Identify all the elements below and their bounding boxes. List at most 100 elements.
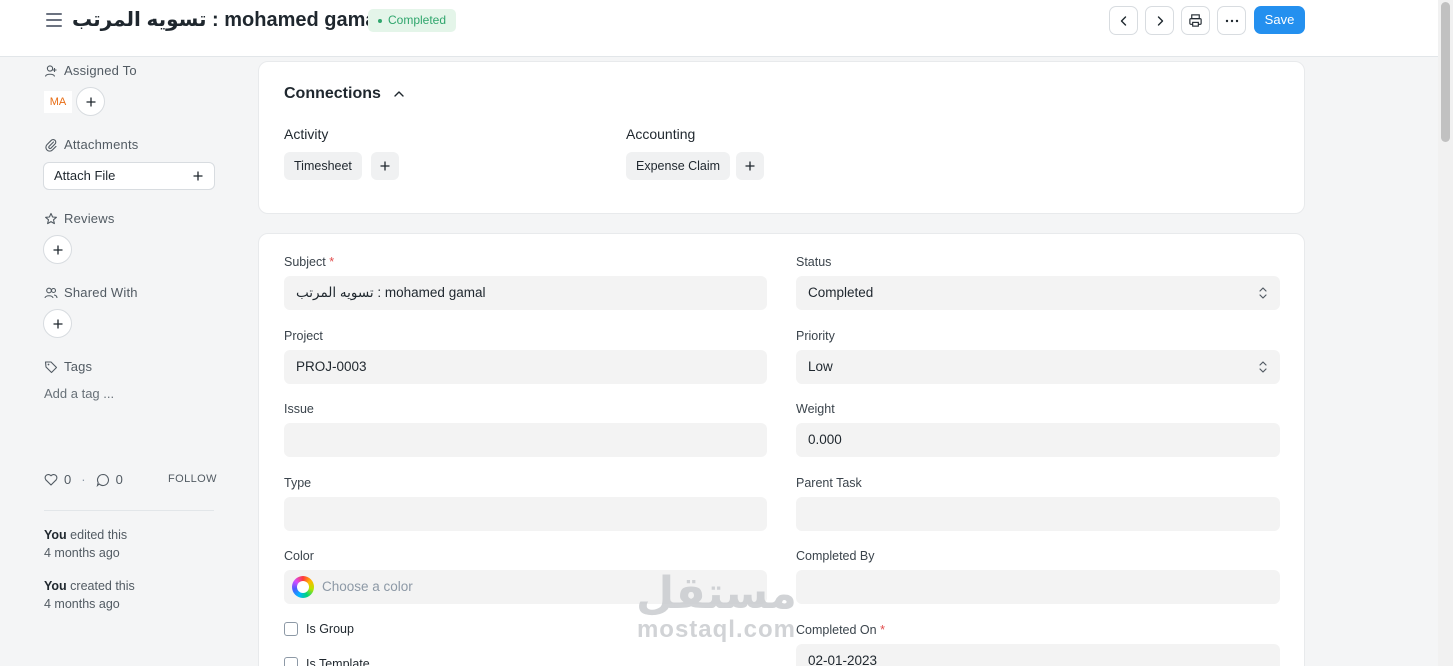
plus-icon <box>380 161 390 171</box>
is-template-checkbox[interactable] <box>284 657 298 666</box>
expense-claim-link[interactable]: Expense Claim <box>626 152 731 180</box>
priority-value: Low <box>808 359 833 374</box>
add-tag-link[interactable]: Add a tag ... <box>44 386 114 401</box>
parent-task-label: Parent Task <box>796 476 862 490</box>
project-label: Project <box>284 329 323 343</box>
issue-input[interactable] <box>284 423 767 457</box>
connections-header[interactable]: Connections <box>284 85 405 103</box>
watermark-latin: mostaql.com <box>636 616 796 643</box>
color-placeholder: Choose a color <box>322 579 413 594</box>
attach-file-label: Attach File <box>54 168 116 183</box>
plus-icon <box>193 171 203 181</box>
issue-label: Issue <box>284 402 314 416</box>
is-group-checkbox[interactable] <box>284 622 298 636</box>
watermark: مستقل mostaql.com <box>636 572 797 644</box>
paperclip-icon <box>45 138 57 152</box>
menu-icon[interactable] <box>46 13 62 27</box>
select-arrows-icon <box>1259 361 1267 373</box>
activity-actor: You <box>44 528 67 542</box>
is-template-label: Is Template <box>306 657 370 666</box>
add-expense-claim-button[interactable] <box>736 152 764 180</box>
tag-icon <box>44 360 58 373</box>
attach-file-button[interactable]: Attach File <box>43 162 215 190</box>
priority-label: Priority <box>796 329 835 343</box>
shared-with-heading: Shared With <box>44 285 138 300</box>
watermark-arabic: مستقل <box>636 568 797 619</box>
subject-label: Subject * <box>284 255 335 269</box>
separator-dot: · <box>81 472 86 487</box>
is-group-label: Is Group <box>306 622 354 636</box>
follow-button[interactable]: FOLLOW <box>168 473 217 485</box>
chevron-up-icon[interactable] <box>393 88 405 100</box>
save-button[interactable]: Save <box>1254 6 1305 34</box>
comment-icon[interactable] <box>96 473 110 487</box>
comments-count: 0 <box>115 472 123 487</box>
reviews-heading: Reviews <box>44 211 115 226</box>
printer-icon <box>1189 14 1202 27</box>
connection-group-label: Accounting <box>626 126 696 142</box>
more-options-button[interactable] <box>1217 6 1246 35</box>
shared-with-label: Shared With <box>64 285 138 300</box>
add-review-button[interactable] <box>43 235 72 264</box>
select-arrows-icon <box>1259 287 1267 299</box>
weight-label: Weight <box>796 402 835 416</box>
status-select[interactable]: Completed <box>796 276 1280 310</box>
likes-count: 0 <box>64 472 72 487</box>
chevron-left-icon <box>1120 15 1126 26</box>
attachments-heading: Attachments <box>44 137 138 152</box>
next-button[interactable] <box>1145 6 1174 35</box>
plus-icon <box>86 97 95 106</box>
status-label: Status <box>796 255 832 269</box>
completed-by-label: Completed By <box>796 549 875 563</box>
connections-card: Connections Activity Timesheet Accountin… <box>258 61 1305 214</box>
activity-action: created this <box>70 579 135 593</box>
activity-time: 4 months ago <box>44 597 120 611</box>
scrollbar-thumb[interactable] <box>1441 2 1450 142</box>
print-button[interactable] <box>1181 6 1210 35</box>
heart-icon[interactable] <box>44 473 58 486</box>
connections-title: Connections <box>284 85 381 102</box>
tags-label: Tags <box>64 359 93 374</box>
attachments-label: Attachments <box>64 137 139 152</box>
more-icon <box>1225 19 1238 22</box>
add-timesheet-button[interactable] <box>371 152 399 180</box>
assigned-to-label: Assigned To <box>64 63 137 78</box>
type-input[interactable] <box>284 497 767 531</box>
weight-input[interactable]: 0.000 <box>796 423 1280 457</box>
chevron-right-icon <box>1157 15 1163 26</box>
plus-icon <box>745 161 755 171</box>
user-icon <box>44 64 57 77</box>
priority-select[interactable]: Low <box>796 350 1280 384</box>
plus-icon <box>53 319 62 328</box>
connection-group-label: Activity <box>284 126 329 142</box>
status-badge: Completed <box>368 9 457 32</box>
sidebar-divider <box>44 510 214 511</box>
parent-task-input[interactable] <box>796 497 1280 531</box>
avatar[interactable]: MA <box>44 91 72 113</box>
activity-actor: You <box>44 579 67 593</box>
subject-input[interactable]: تسويه المرتب : mohamed gamal <box>284 276 767 310</box>
add-share-button[interactable] <box>43 309 72 338</box>
is-group-row[interactable]: Is Group <box>284 622 354 636</box>
likes-comments: 0 · 0 <box>44 472 123 487</box>
is-template-row[interactable]: Is Template <box>284 657 370 666</box>
page-scrollbar[interactable] <box>1438 0 1453 666</box>
color-label: Color <box>284 549 314 563</box>
page-header: تسويه المرتب : mohamed gamal Completed S… <box>0 0 1438 57</box>
completed-on-input[interactable]: 02-01-2023 <box>796 644 1280 666</box>
completed-on-label: Completed On * <box>796 623 885 637</box>
type-label: Type <box>284 476 312 490</box>
users-icon <box>44 287 58 298</box>
star-icon <box>45 212 57 224</box>
color-wheel-icon[interactable] <box>292 576 314 598</box>
timesheet-link[interactable]: Timesheet <box>284 152 362 180</box>
activity-item: You created this 4 months ago <box>44 577 135 613</box>
page-title: تسويه المرتب : mohamed gamal <box>72 9 383 31</box>
activity-time: 4 months ago <box>44 546 120 560</box>
status-value: Completed <box>808 285 874 300</box>
previous-button[interactable] <box>1109 6 1138 35</box>
status-dot-icon <box>378 18 382 23</box>
add-assignee-button[interactable] <box>76 87 105 116</box>
completed-by-input[interactable] <box>796 570 1280 604</box>
project-input[interactable]: PROJ-0003 <box>284 350 767 384</box>
